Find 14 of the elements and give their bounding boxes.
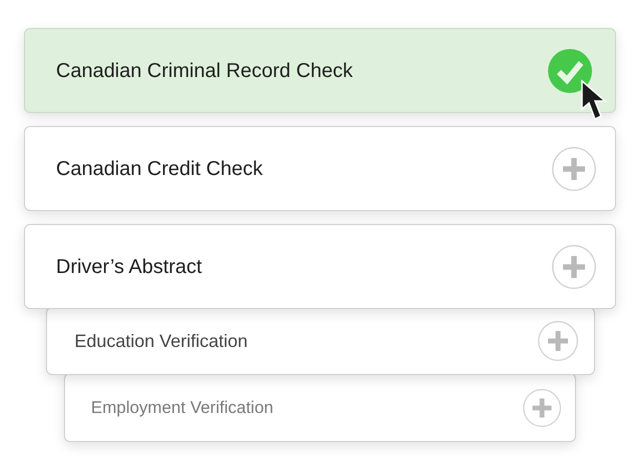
service-label: Canadian Credit Check — [56, 156, 263, 182]
add-icon[interactable] — [523, 388, 561, 426]
service-card[interactable]: Driver’s Abstract — [24, 224, 616, 309]
service-label: Education Verification — [74, 330, 248, 352]
service-card[interactable]: Employment Verification — [64, 373, 576, 442]
add-icon[interactable] — [552, 146, 596, 190]
service-card[interactable]: Canadian Credit Check — [24, 126, 616, 211]
add-icon[interactable] — [552, 244, 596, 288]
service-label: Canadian Criminal Record Check — [56, 58, 353, 84]
service-card[interactable]: Education Verification — [46, 307, 594, 375]
add-icon[interactable] — [538, 321, 578, 361]
check-icon[interactable] — [548, 48, 592, 92]
service-label: Employment Verification — [91, 396, 274, 419]
service-label: Driver’s Abstract — [56, 254, 202, 280]
